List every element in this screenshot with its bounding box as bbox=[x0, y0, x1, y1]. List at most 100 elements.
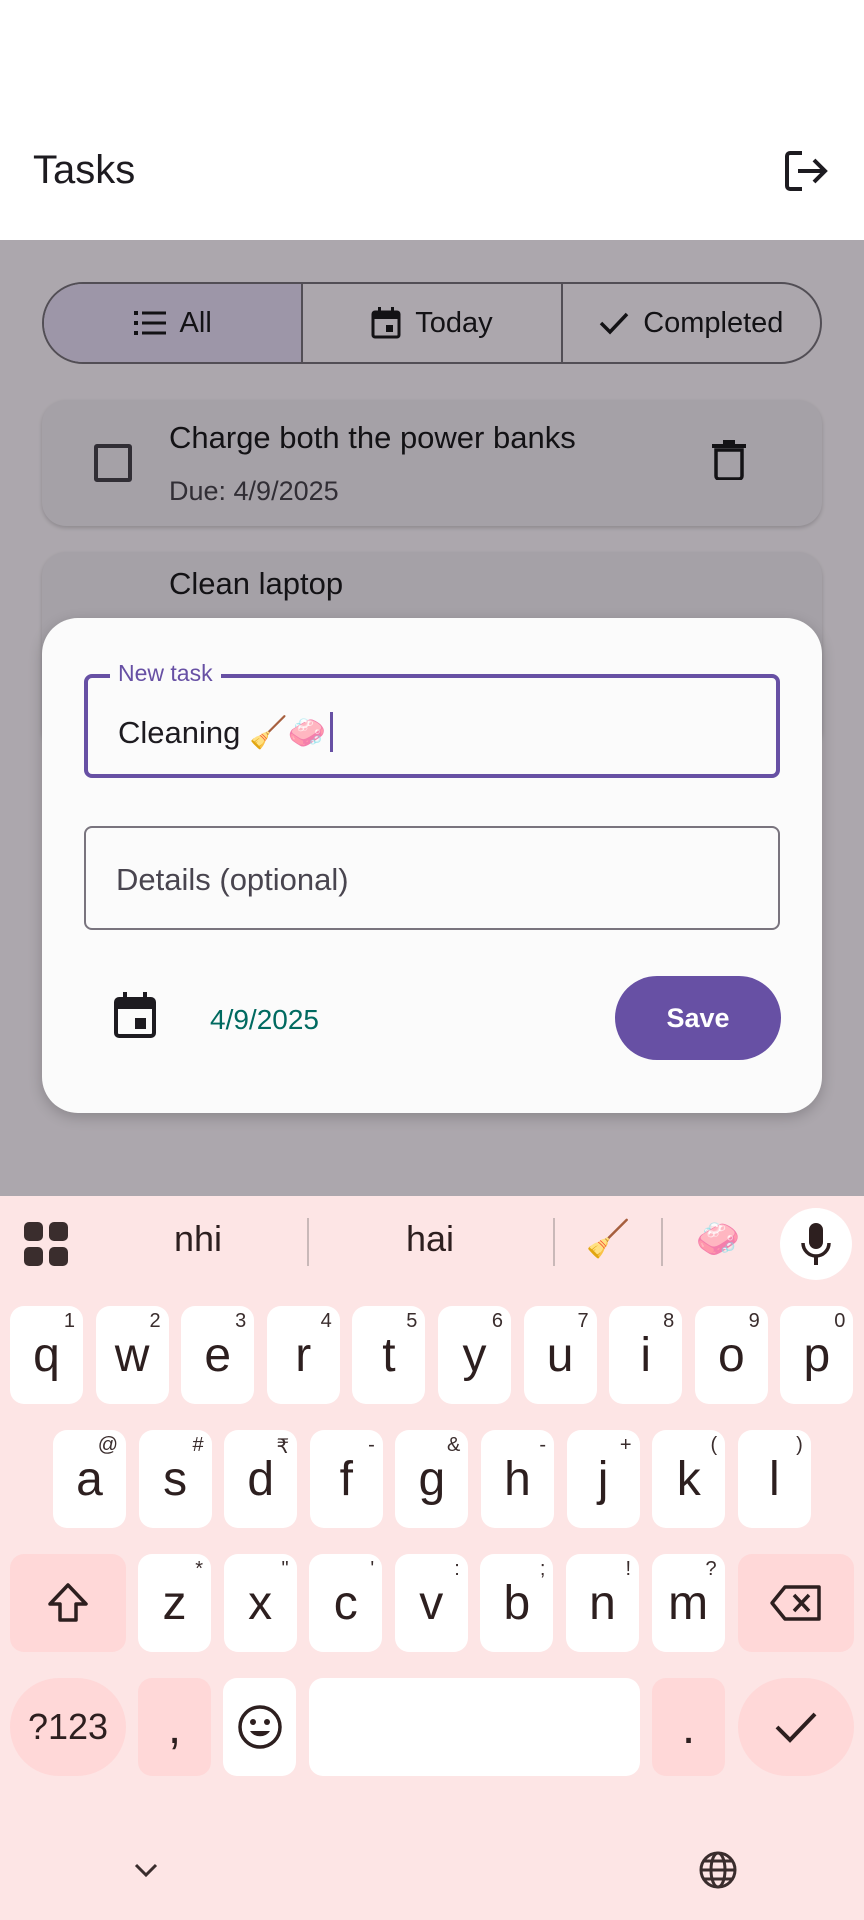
key-h[interactable]: h- bbox=[481, 1430, 554, 1528]
key-u[interactable]: u7 bbox=[523, 1306, 597, 1404]
new-task-field-value: Cleaning 🧹🧼 bbox=[118, 712, 334, 752]
key-hint: 6 bbox=[491, 1310, 503, 1332]
key-letter: j bbox=[597, 1452, 609, 1506]
key-g[interactable]: g & bbox=[395, 1430, 469, 1528]
key-m[interactable]: m? bbox=[651, 1554, 725, 1652]
new-task-field[interactable]: New task Cleaning 🧹🧼 bbox=[84, 660, 780, 778]
space-key[interactable] bbox=[309, 1678, 640, 1776]
key-hint: ( bbox=[710, 1434, 718, 1456]
key-w[interactable]: w2 bbox=[95, 1306, 169, 1404]
key-j[interactable]: j + bbox=[566, 1430, 640, 1528]
globe-icon[interactable] bbox=[698, 1850, 738, 1890]
key-y[interactable]: y6 bbox=[438, 1306, 511, 1404]
key-q[interactable]: q1 bbox=[10, 1306, 83, 1404]
logout-icon bbox=[785, 151, 828, 191]
suggestion-divider bbox=[553, 1218, 555, 1266]
microphone-icon bbox=[801, 1223, 831, 1265]
key-p[interactable]: p0 bbox=[780, 1306, 854, 1404]
key-l[interactable]: l) bbox=[737, 1430, 811, 1528]
app-bar: Tasks bbox=[0, 0, 864, 240]
key-s[interactable]: s # bbox=[138, 1430, 212, 1528]
suggestion-2[interactable]: hai bbox=[380, 1218, 480, 1260]
key-n[interactable]: n! bbox=[566, 1554, 639, 1652]
key-hint: : bbox=[454, 1558, 460, 1580]
key-letter: f bbox=[339, 1452, 353, 1506]
key-v[interactable]: v: bbox=[394, 1554, 468, 1652]
key-letter: c bbox=[333, 1576, 358, 1630]
key-letter: p bbox=[803, 1328, 831, 1382]
key-letter: n bbox=[589, 1576, 616, 1630]
key-c[interactable]: c ' bbox=[309, 1554, 383, 1652]
emoji-key[interactable] bbox=[223, 1678, 296, 1776]
key-d[interactable]: d ₹ bbox=[224, 1430, 298, 1528]
key-hint: # bbox=[192, 1434, 204, 1456]
new-task-dialog: New task Cleaning 🧹🧼 Details (optional) … bbox=[42, 618, 822, 1113]
key-k[interactable]: k( bbox=[652, 1430, 726, 1528]
key-hint: 4 bbox=[320, 1310, 332, 1332]
key-z[interactable]: z * bbox=[138, 1554, 211, 1652]
key-letter: m bbox=[668, 1576, 709, 1630]
backspace-key[interactable] bbox=[738, 1554, 854, 1652]
key-hint: 2 bbox=[149, 1310, 161, 1332]
date-picker-button[interactable] bbox=[114, 992, 156, 1043]
symbols-key[interactable]: ?123 bbox=[10, 1678, 126, 1776]
suggestion-1[interactable]: nhi bbox=[148, 1218, 248, 1260]
key-x[interactable]: x " bbox=[223, 1554, 297, 1652]
key-hint: ' bbox=[370, 1558, 375, 1580]
key-hint: @ bbox=[97, 1434, 118, 1456]
key-i[interactable]: i8 bbox=[609, 1306, 683, 1404]
details-field[interactable]: Details (optional) bbox=[84, 826, 780, 930]
key-letter: g bbox=[418, 1452, 446, 1506]
key-letter: o bbox=[717, 1328, 745, 1382]
chevron-down-icon[interactable] bbox=[133, 1862, 159, 1878]
key-o[interactable]: o9 bbox=[694, 1306, 768, 1404]
backspace-icon bbox=[770, 1585, 821, 1621]
text-cursor bbox=[330, 712, 334, 752]
event-icon bbox=[114, 992, 156, 1038]
key-f[interactable]: f- bbox=[309, 1430, 383, 1528]
key-b[interactable]: b; bbox=[480, 1554, 554, 1652]
key-letter: a bbox=[76, 1452, 103, 1506]
check-icon bbox=[775, 1712, 817, 1743]
soft-keyboard: nhi hai 🧹 🧼 q1w2e3r4t5y6u7i8o9p0 a @ s # d ₹ f… bbox=[0, 1196, 864, 1920]
key-letter: r bbox=[295, 1328, 312, 1382]
suggestion-emoji-1[interactable]: 🧹 bbox=[578, 1218, 638, 1260]
voice-input-button[interactable] bbox=[780, 1208, 852, 1280]
key-letter: e bbox=[204, 1328, 232, 1382]
key-hint: * bbox=[195, 1558, 203, 1580]
key-hint: 9 bbox=[748, 1310, 760, 1332]
key-t[interactable]: t5 bbox=[352, 1306, 426, 1404]
new-task-field-label: New task bbox=[110, 660, 221, 687]
logout-button[interactable] bbox=[776, 140, 838, 202]
key-hint: + bbox=[619, 1434, 632, 1456]
key-hint: ; bbox=[539, 1558, 546, 1580]
key-a[interactable]: a @ bbox=[53, 1430, 126, 1528]
key-hint: 5 bbox=[406, 1310, 418, 1332]
key-letter: d bbox=[247, 1452, 275, 1506]
save-button[interactable]: Save bbox=[615, 976, 781, 1060]
key-letter: v bbox=[419, 1576, 444, 1630]
key-letter: t bbox=[382, 1328, 396, 1382]
details-field-placeholder: Details (optional) bbox=[116, 862, 349, 897]
enter-key[interactable] bbox=[738, 1678, 854, 1776]
key-e[interactable]: e3 bbox=[181, 1306, 255, 1404]
key-letter: z bbox=[162, 1576, 187, 1630]
new-task-text: Cleaning 🧹🧼 bbox=[118, 714, 327, 750]
shift-key[interactable] bbox=[10, 1554, 126, 1652]
key-letter: w bbox=[114, 1328, 150, 1382]
key-hint: ! bbox=[625, 1558, 631, 1580]
key-hint: ? bbox=[705, 1558, 717, 1580]
shift-icon bbox=[48, 1583, 88, 1622]
key-hint: - bbox=[539, 1434, 546, 1456]
key-hint: 8 bbox=[663, 1310, 675, 1332]
suggestion-emoji-2[interactable]: 🧼 bbox=[688, 1218, 748, 1260]
key-letter: s bbox=[163, 1452, 188, 1506]
key-hint: 7 bbox=[577, 1310, 589, 1332]
suggestion-divider bbox=[307, 1218, 309, 1266]
period-key[interactable]: . bbox=[652, 1678, 725, 1776]
selected-date[interactable]: 4/9/2025 bbox=[210, 1004, 319, 1036]
comma-key[interactable]: , bbox=[138, 1678, 211, 1776]
key-hint: ) bbox=[796, 1434, 803, 1456]
key-r[interactable]: r4 bbox=[266, 1306, 340, 1404]
apps-grid-icon[interactable] bbox=[24, 1222, 68, 1266]
